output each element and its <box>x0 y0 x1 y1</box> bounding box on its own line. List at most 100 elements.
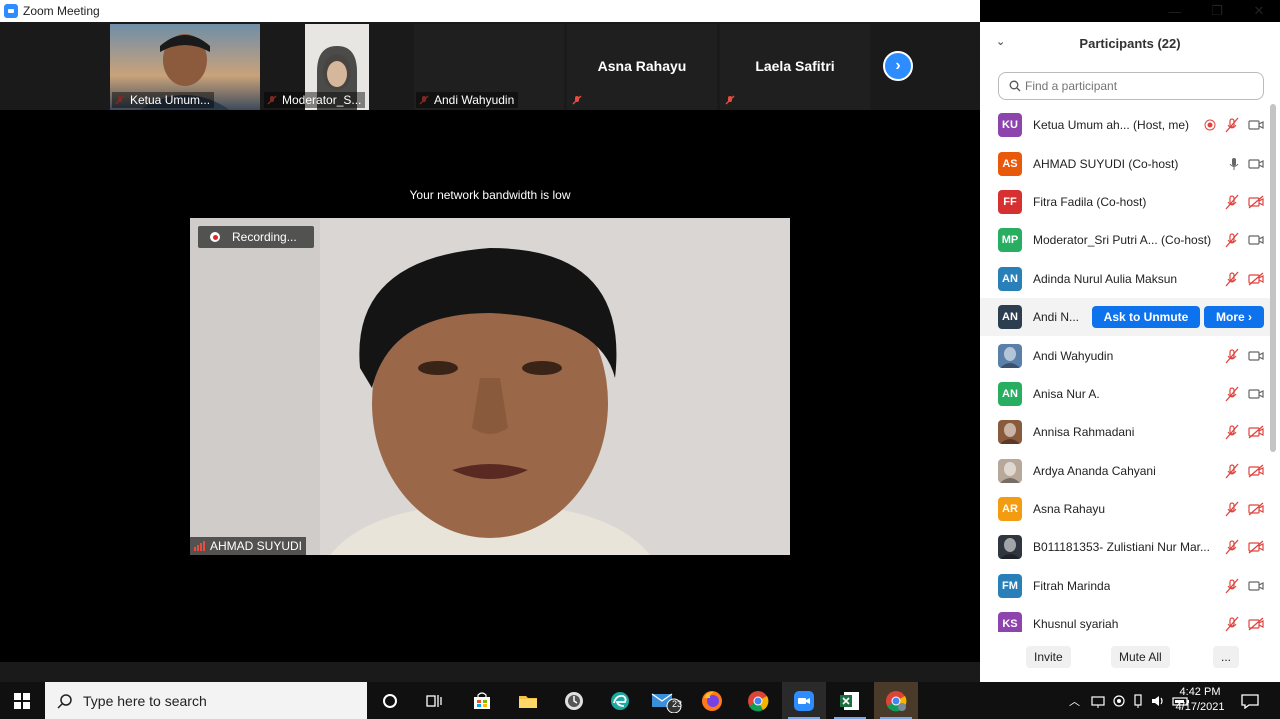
video-strip: Ketua Umum... Moderator_S... Andi Wahyud… <box>0 22 980 110</box>
participant-row[interactable]: AR Asna Rahayu <box>980 490 1270 528</box>
cortana-button[interactable] <box>368 682 412 719</box>
taskbar-firefox[interactable] <box>690 682 734 719</box>
mic-muted-icon[interactable] <box>1224 578 1240 594</box>
mic-muted-icon[interactable] <box>1224 463 1240 479</box>
mic-muted-icon[interactable] <box>1224 386 1240 402</box>
participant-row[interactable]: FF Fitra Fadila (Co-host) <box>980 183 1270 221</box>
video-off-icon[interactable] <box>1248 502 1264 516</box>
video-off-icon[interactable] <box>1248 540 1264 554</box>
mic-muted-icon[interactable] <box>1224 348 1240 364</box>
taskbar-chrome[interactable] <box>736 682 780 719</box>
participant-row[interactable]: AN Andi N... Ask to Unmute More › <box>980 297 1270 337</box>
taskbar-mail[interactable]: 23 <box>644 682 688 719</box>
video-on-icon[interactable] <box>1248 118 1264 132</box>
search-input[interactable] <box>1025 79 1245 93</box>
mic-muted-icon[interactable] <box>1224 616 1240 632</box>
video-on-icon[interactable] <box>1248 233 1264 247</box>
participant-row[interactable]: AN Adinda Nurul Aulia Maksun <box>980 260 1270 298</box>
volume-icon[interactable] <box>1150 693 1166 709</box>
more-options-button[interactable]: ... <box>1213 646 1240 668</box>
participant-row[interactable]: KS Khusnul syariah <box>980 605 1270 632</box>
participant-name: Fitrah Marinda <box>1033 578 1111 593</box>
video-tile[interactable]: Ketua Umum... <box>110 24 260 110</box>
notifications-button[interactable] <box>1228 682 1272 719</box>
participant-row[interactable]: AS AHMAD SUYUDI (Co-host) <box>980 144 1270 182</box>
close-button[interactable]: ✕ <box>1238 0 1280 22</box>
video-off-icon[interactable] <box>1248 195 1264 209</box>
taskbar-edge[interactable] <box>598 682 642 719</box>
scrollbar-thumb[interactable] <box>1270 104 1276 452</box>
participant-list: KU Ketua Umum ah... (Host, me) AS AHMAD SU… <box>980 106 1270 632</box>
restore-button[interactable]: ❐ <box>1196 0 1238 22</box>
participant-search[interactable] <box>998 72 1264 100</box>
chevron-up-icon[interactable]: ︿ <box>1069 693 1080 709</box>
signal-strength-icon <box>194 541 205 551</box>
active-speaker-video[interactable]: Recording... AHMAD SUYUDI <box>190 218 790 555</box>
tile-name: Asna Rahayu <box>597 58 687 74</box>
video-tile[interactable]: Asna Rahayu <box>567 24 717 110</box>
participant-row[interactable]: AN Anisa Nur A. <box>980 375 1270 413</box>
participant-name: Annisa Rahmadani <box>1033 425 1135 440</box>
mic-muted-icon[interactable] <box>1224 194 1240 210</box>
invite-button[interactable]: Invite <box>1026 646 1071 668</box>
usb-icon[interactable] <box>1132 693 1144 709</box>
next-page-button[interactable]: › <box>883 51 913 81</box>
more-button[interactable]: More › <box>1204 306 1264 329</box>
collapse-panel-chevron-icon[interactable]: ⌄ <box>996 35 1005 48</box>
mic-muted-icon[interactable] <box>1224 232 1240 248</box>
mic-muted-icon[interactable] <box>1224 117 1240 133</box>
mic-muted-icon[interactable] <box>1224 501 1240 517</box>
video-on-icon[interactable] <box>1248 349 1264 363</box>
video-on-icon[interactable] <box>1248 157 1264 171</box>
taskbar-search[interactable]: Type here to search <box>45 682 367 719</box>
task-view-button[interactable] <box>412 682 456 719</box>
participant-row[interactable]: FM Fitrah Marinda <box>980 567 1270 605</box>
taskbar-clock[interactable]: 4:42 PM 4/17/2021 <box>1166 685 1234 715</box>
taskbar-chrome-profile[interactable] <box>874 682 918 719</box>
clock-time: 4:42 PM <box>1179 686 1221 698</box>
meeting-controls-bar <box>0 662 980 682</box>
participant-row[interactable]: Andi Wahyudin <box>980 336 1270 374</box>
taskbar-app[interactable] <box>552 682 596 719</box>
participant-row[interactable]: Ardya Ananda Cahyani <box>980 452 1270 490</box>
ask-to-unmute-button[interactable]: Ask to Unmute <box>1092 306 1200 329</box>
window-controls: — ❐ ✕ <box>980 0 1280 22</box>
recording-indicator[interactable]: Recording... <box>198 226 314 248</box>
participant-name: Asna Rahayu <box>1033 502 1106 517</box>
mute-all-button[interactable]: Mute All <box>1111 646 1170 668</box>
taskbar-zoom[interactable] <box>782 682 826 719</box>
video-off-icon[interactable] <box>1248 425 1264 439</box>
video-tile[interactable]: Andi Wahyudin <box>414 24 564 110</box>
participant-list-scrollbar[interactable] <box>1270 102 1276 632</box>
video-tile[interactable]: Laela Safitri <box>720 24 870 110</box>
folder-icon <box>519 695 537 708</box>
participant-avatar: MP <box>998 228 1022 253</box>
taskbar-excel[interactable] <box>828 682 872 719</box>
participant-name: Anisa Nur A. <box>1033 386 1100 401</box>
panel-header: ⌄ Participants (22) <box>980 22 1280 64</box>
meet-now-icon[interactable] <box>1112 693 1126 709</box>
mic-muted-icon[interactable] <box>1224 539 1240 555</box>
speaker-name: AHMAD SUYUDI <box>210 539 303 553</box>
participant-row[interactable]: MP Moderator_Sri Putri A... (Co-host) <box>980 221 1270 259</box>
video-off-icon[interactable] <box>1248 617 1264 631</box>
excel-icon <box>840 691 859 710</box>
network-icon[interactable] <box>1090 693 1106 709</box>
participant-row[interactable]: KU Ketua Umum ah... (Host, me) <box>980 106 1270 144</box>
minimize-button[interactable]: — <box>1154 0 1196 22</box>
mic-on-icon[interactable] <box>1228 157 1240 171</box>
start-button[interactable] <box>0 682 44 719</box>
mic-muted-icon[interactable] <box>1224 424 1240 440</box>
video-tile[interactable]: Moderator_S... <box>262 24 412 110</box>
panel-title: Participants (22) <box>1079 35 1181 51</box>
taskbar-store[interactable] <box>460 682 504 719</box>
video-on-icon[interactable] <box>1248 579 1264 593</box>
taskbar-file-explorer[interactable] <box>506 682 550 719</box>
video-off-icon[interactable] <box>1248 464 1264 478</box>
video-on-icon[interactable] <box>1248 387 1264 401</box>
participant-row[interactable]: B011181353- Zulistiani Nur Mar... <box>980 528 1270 566</box>
participant-row[interactable]: Annisa Rahmadani <box>980 413 1270 451</box>
mic-muted-icon[interactable] <box>1224 271 1240 287</box>
mail-badge: 23 <box>672 699 683 709</box>
video-off-icon[interactable] <box>1248 272 1264 286</box>
